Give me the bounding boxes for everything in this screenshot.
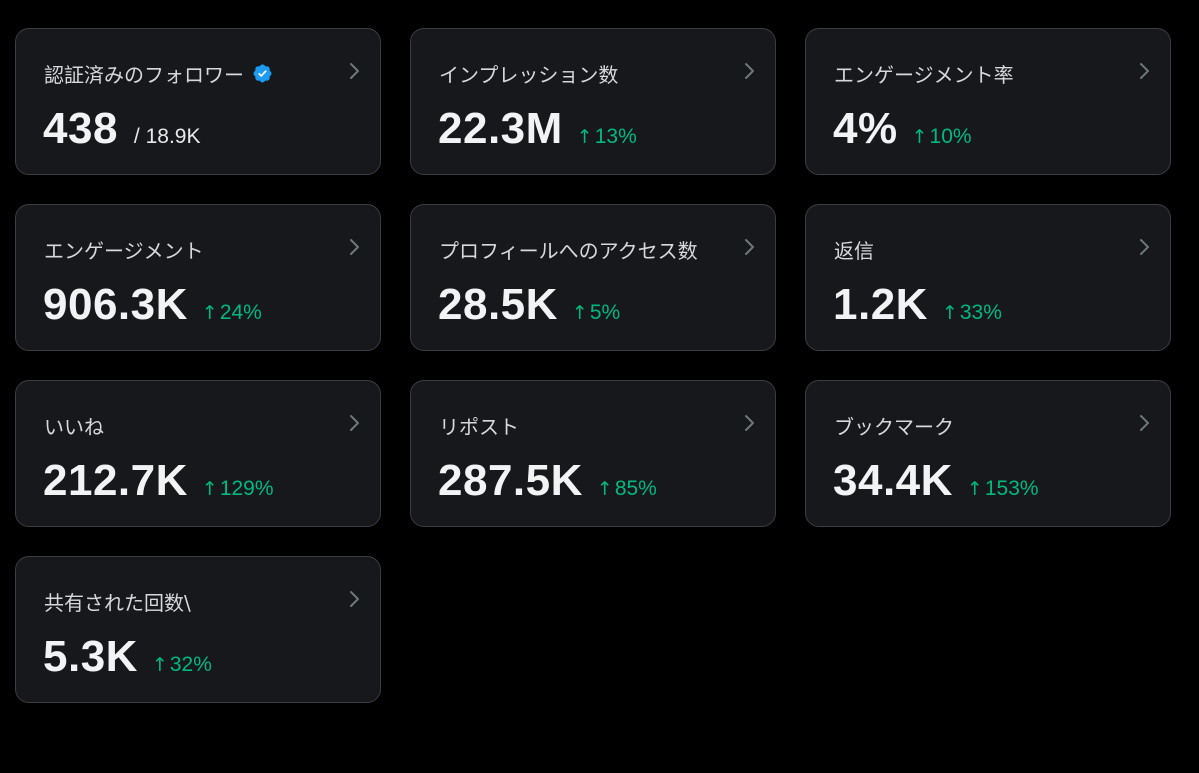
metric-row: 4% ↑ 10% xyxy=(833,104,972,154)
change-percent: 85% xyxy=(614,477,657,500)
metric-change: ↑ 10% xyxy=(912,125,972,149)
metric-row: 906.3K ↑ 24% xyxy=(43,280,262,330)
card-likes[interactable]: いいね 212.7K ↑ 129% xyxy=(15,380,381,527)
card-title-text: プロフィールへのアクセス数 xyxy=(439,239,698,263)
chevron-right-icon[interactable] xyxy=(739,61,759,81)
metric-value: 5.3K xyxy=(43,632,138,681)
card-title-text: リポスト xyxy=(439,415,519,439)
card-title: 認証済みのフォロワー xyxy=(44,59,273,88)
change-percent: 129% xyxy=(219,477,274,500)
card-engagement-rate[interactable]: エンゲージメント率 4% ↑ 10% xyxy=(805,28,1171,175)
card-title-text: ブックマーク xyxy=(834,415,954,439)
metric-change: ↑ 153% xyxy=(967,477,1039,501)
metric-value: 22.3M xyxy=(438,104,563,153)
change-percent: 32% xyxy=(169,653,212,676)
card-title: ブックマーク xyxy=(834,411,954,440)
change-percent: 13% xyxy=(594,125,637,148)
card-title-text: エンゲージメント xyxy=(44,239,204,263)
change-percent: 33% xyxy=(959,301,1002,324)
arrow-up-icon: ↑ xyxy=(941,302,958,324)
card-title-text: 認証済みのフォロワー xyxy=(44,63,244,87)
metric-total: / 18.9K xyxy=(133,125,201,148)
card-title: エンゲージメント xyxy=(44,235,204,264)
metric-row: 28.5K ↑ 5% xyxy=(438,280,620,330)
card-verified-followers[interactable]: 認証済みのフォロワー 438 / 18.9K xyxy=(15,28,381,175)
metric-value: 438 xyxy=(43,104,118,153)
metric-row: 5.3K ↑ 32% xyxy=(43,632,212,682)
chevron-right-icon[interactable] xyxy=(1134,413,1154,433)
chevron-right-icon[interactable] xyxy=(1134,237,1154,257)
card-title: リポスト xyxy=(439,411,519,440)
metric-value: 28.5K xyxy=(438,280,558,329)
card-title: プロフィールへのアクセス数 xyxy=(439,235,698,264)
verified-badge-icon xyxy=(253,64,272,83)
arrow-up-icon: ↑ xyxy=(911,126,928,148)
chevron-right-icon[interactable] xyxy=(344,413,364,433)
metric-change: ↑ 33% xyxy=(942,301,1002,325)
card-reposts[interactable]: リポスト 287.5K ↑ 85% xyxy=(410,380,776,527)
metric-value: 1.2K xyxy=(833,280,928,329)
change-percent: 153% xyxy=(984,477,1039,500)
card-title: いいね xyxy=(44,411,104,440)
chevron-right-icon[interactable] xyxy=(739,237,759,257)
metric-value: 212.7K xyxy=(43,456,188,505)
arrow-up-icon: ↑ xyxy=(151,654,168,676)
metric-row: 212.7K ↑ 129% xyxy=(43,456,274,506)
card-replies[interactable]: 返信 1.2K ↑ 33% xyxy=(805,204,1171,351)
metric-change: ↑ 13% xyxy=(577,125,637,149)
card-title: 返信 xyxy=(834,235,874,264)
arrow-up-icon: ↑ xyxy=(966,478,983,500)
chevron-right-icon[interactable] xyxy=(739,413,759,433)
arrow-up-icon: ↑ xyxy=(201,478,218,500)
card-engagements[interactable]: エンゲージメント 906.3K ↑ 24% xyxy=(15,204,381,351)
card-title-text: インプレッション数 xyxy=(439,63,619,87)
arrow-up-icon: ↑ xyxy=(596,478,613,500)
card-impressions[interactable]: インプレッション数 22.3M ↑ 13% xyxy=(410,28,776,175)
card-title-text: 返信 xyxy=(834,239,874,263)
card-title-text: いいね xyxy=(44,415,104,439)
card-shares[interactable]: 共有された回数\ 5.3K ↑ 32% xyxy=(15,556,381,703)
chevron-right-icon[interactable] xyxy=(344,237,364,257)
metric-value: 4% xyxy=(833,104,898,153)
metric-change: ↑ 129% xyxy=(202,477,274,501)
change-percent: 24% xyxy=(219,301,262,324)
arrow-up-icon: ↑ xyxy=(576,126,593,148)
card-bookmarks[interactable]: ブックマーク 34.4K ↑ 153% xyxy=(805,380,1171,527)
metric-value: 287.5K xyxy=(438,456,583,505)
arrow-up-icon: ↑ xyxy=(201,302,218,324)
card-title: インプレッション数 xyxy=(439,59,618,88)
change-percent: 5% xyxy=(589,301,621,324)
metric-row: 1.2K ↑ 33% xyxy=(833,280,1002,330)
metric-row: 438 / 18.9K xyxy=(43,104,200,154)
metric-row: 22.3M ↑ 13% xyxy=(438,104,637,154)
metric-value: 906.3K xyxy=(43,280,188,329)
metric-row: 287.5K ↑ 85% xyxy=(438,456,657,506)
card-title: 共有された回数\ xyxy=(44,587,191,616)
arrow-up-icon: ↑ xyxy=(571,302,588,324)
change-percent: 10% xyxy=(929,125,972,148)
metric-change: ↑ 24% xyxy=(202,301,262,325)
chevron-right-icon[interactable] xyxy=(344,61,364,81)
metric-row: 34.4K ↑ 153% xyxy=(833,456,1039,506)
chevron-right-icon[interactable] xyxy=(344,589,364,609)
metric-change: ↑ 5% xyxy=(572,301,620,325)
card-profile-visits[interactable]: プロフィールへのアクセス数 28.5K ↑ 5% xyxy=(410,204,776,351)
card-title-text: 共有された回数\ xyxy=(44,591,191,615)
card-title: エンゲージメント率 xyxy=(834,59,1014,88)
metric-change: ↑ 32% xyxy=(152,653,212,677)
chevron-right-icon[interactable] xyxy=(1134,61,1154,81)
card-title-text: エンゲージメント率 xyxy=(834,63,1014,87)
metric-value: 34.4K xyxy=(833,456,953,505)
metric-change: ↑ 85% xyxy=(597,477,657,501)
